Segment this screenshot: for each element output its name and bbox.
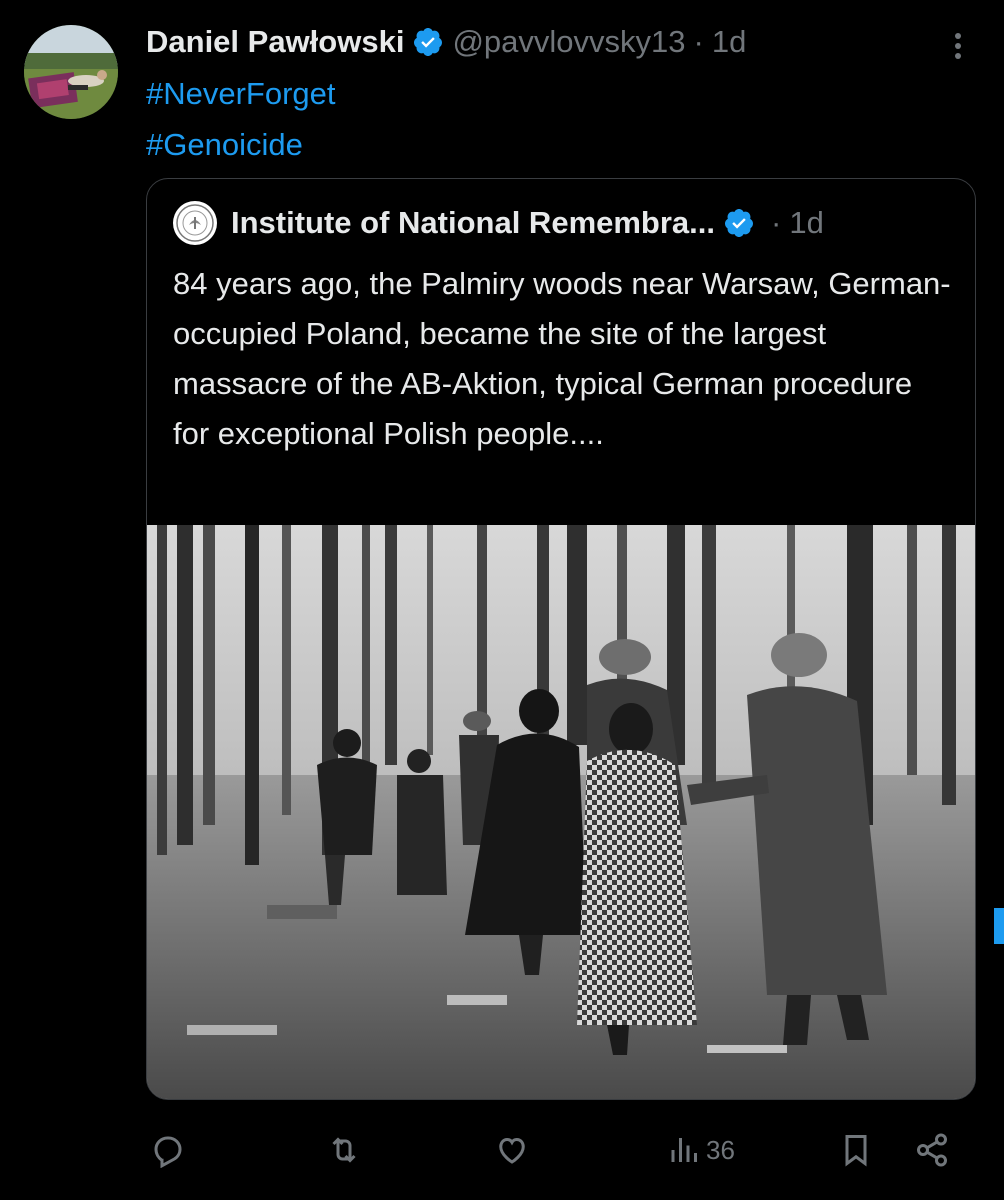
more-vertical-icon (955, 33, 961, 59)
tweet[interactable]: Daniel Pawłowski @pavvlovvsky13 · 1d #Ne… (0, 0, 1004, 1200)
quoted-timestamp[interactable]: 1d (789, 205, 823, 241)
tweet-header: Daniel Pawłowski @pavvlovvsky13 · 1d (146, 18, 746, 66)
verified-badge-icon (412, 26, 444, 58)
views-count: 36 (706, 1134, 735, 1165)
historical-photo-image (147, 525, 975, 1099)
quoted-tweet-header: Institute of National Remembra... · 1d (173, 199, 824, 247)
verified-badge-icon (723, 207, 755, 239)
share-icon (917, 1133, 947, 1167)
quoted-author-avatar[interactable] (173, 201, 217, 245)
quoted-tweet-text: 84 years ago, the Palmiry woods near War… (173, 266, 951, 451)
author-name[interactable]: Daniel Pawłowski (146, 24, 404, 60)
like-button[interactable] (494, 1130, 530, 1170)
timestamp[interactable]: 1d (712, 24, 746, 60)
quoted-author-name[interactable]: Institute of National Remembra... (231, 205, 715, 241)
bookmark-icon (845, 1135, 867, 1167)
quoted-media-photo[interactable] (147, 525, 975, 1099)
author-handle[interactable]: @pavvlovvsky13 (452, 24, 685, 60)
separator-dot: · (771, 205, 782, 240)
retweet-button[interactable] (326, 1130, 362, 1170)
separator-dot: · (693, 24, 704, 59)
share-button[interactable] (914, 1130, 950, 1170)
avatar-photo (24, 25, 118, 119)
retweet-icon (332, 1137, 356, 1163)
tweet-text: #NeverForget #Genoicide (146, 68, 336, 170)
institute-seal-icon (176, 204, 214, 242)
author-avatar[interactable] (24, 25, 118, 119)
like-icon (499, 1137, 525, 1164)
views-icon (671, 1138, 697, 1162)
reply-button[interactable] (150, 1130, 186, 1170)
views-button[interactable]: 36 (664, 1130, 735, 1170)
action-bar: 36 (0, 1120, 1004, 1180)
hashtag-link[interactable]: #NeverForget (146, 68, 336, 119)
reply-icon (154, 1136, 182, 1168)
scroll-indicator[interactable] (994, 908, 1004, 944)
quoted-tweet[interactable]: Institute of National Remembra... · 1d 8… (146, 178, 976, 1100)
hashtag-link[interactable]: #Genoicide (146, 119, 336, 170)
bookmark-button[interactable] (838, 1130, 874, 1170)
more-options-button[interactable] (938, 26, 978, 66)
